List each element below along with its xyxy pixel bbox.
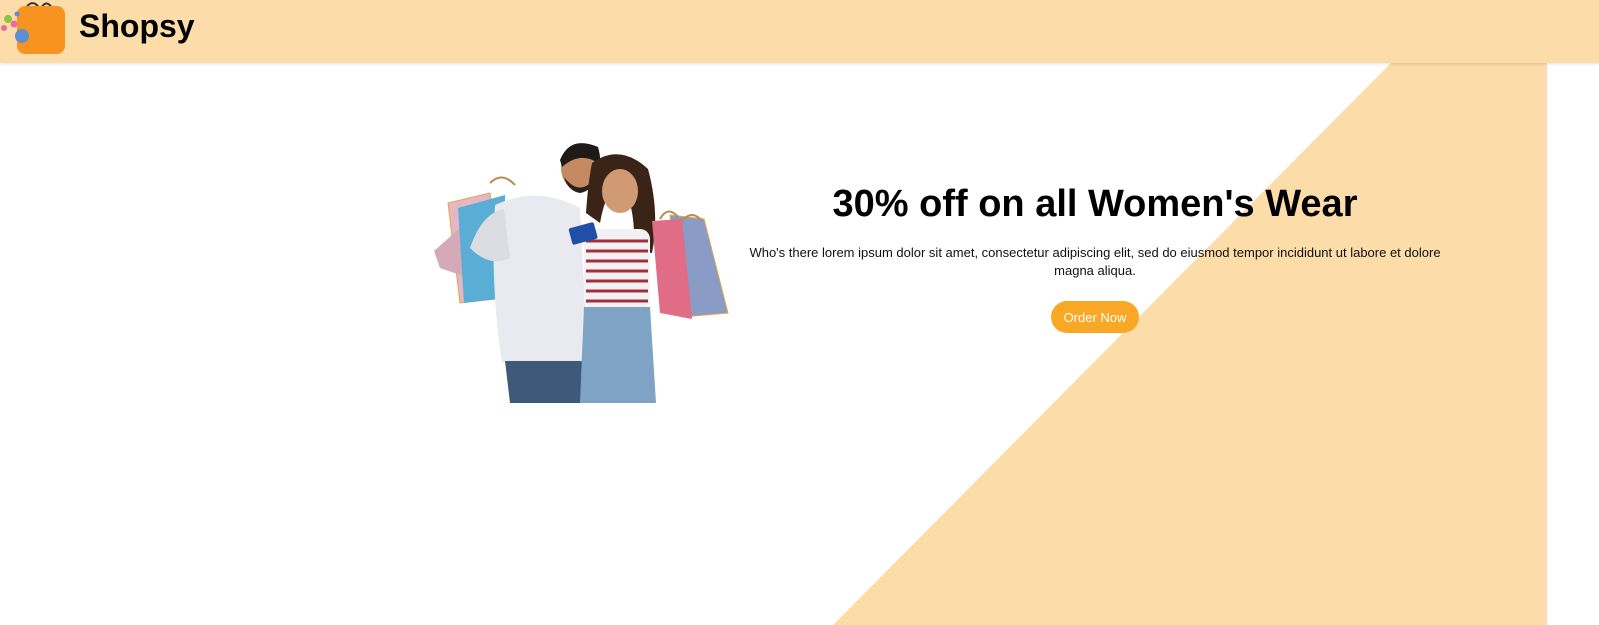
shopping-bag-icon (0, 0, 68, 63)
hero-description: Who's there lorem ipsum dolor sit amet, … (749, 245, 1441, 278)
site-header: Shopsy (0, 0, 1599, 63)
order-now-button[interactable]: Order Now (1051, 301, 1139, 333)
diagonal-background-shape (833, 63, 1547, 625)
hero-image (420, 133, 740, 403)
hero-banner: 30% off on all Women's Wear Who's there … (0, 63, 1599, 625)
hero-headline: 30% off on all Women's Wear (832, 183, 1358, 225)
logo[interactable]: Shopsy (0, 0, 195, 63)
brand-name: Shopsy (79, 8, 195, 44)
